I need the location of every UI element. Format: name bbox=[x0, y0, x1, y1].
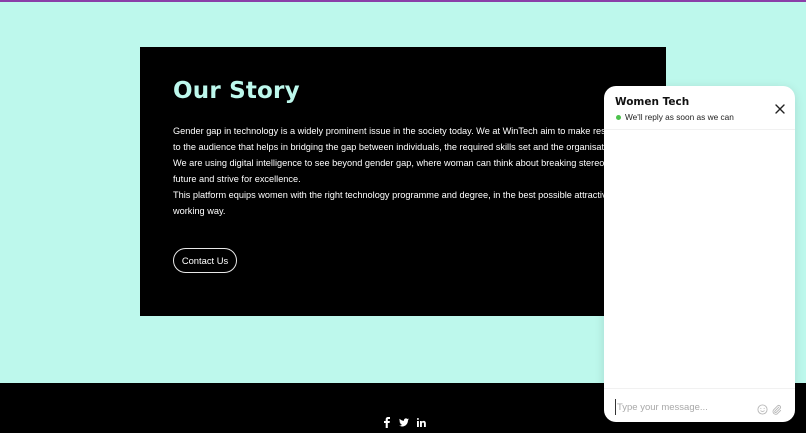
chat-header: Women Tech We'll reply as soon as we can bbox=[604, 86, 795, 130]
chat-message-input[interactable] bbox=[615, 399, 750, 415]
story-line: future and strive for excellence. bbox=[173, 174, 301, 184]
close-icon[interactable] bbox=[774, 102, 786, 114]
story-paragraph: Gender gap in technology is a widely pro… bbox=[173, 123, 647, 219]
story-line: This platform equips women with the righ… bbox=[173, 190, 647, 200]
contact-us-button[interactable]: Contact Us bbox=[173, 248, 237, 273]
story-line: working way. bbox=[173, 206, 226, 216]
chat-title: Women Tech bbox=[615, 96, 690, 108]
chat-status: We'll reply as soon as we can bbox=[616, 112, 734, 122]
chat-widget: Women Tech We'll reply as soon as we can bbox=[604, 86, 795, 422]
facebook-icon[interactable] bbox=[382, 417, 392, 428]
story-line: We are using digital intelligence to see… bbox=[173, 158, 647, 168]
online-status-dot bbox=[616, 114, 621, 120]
linkedin-icon[interactable] bbox=[416, 417, 426, 428]
attachment-icon[interactable] bbox=[771, 402, 782, 415]
chat-status-text: We'll reply as soon as we can bbox=[625, 112, 734, 122]
story-title: Our Story bbox=[173, 78, 300, 104]
chat-input-bar bbox=[604, 388, 795, 422]
story-line: to the audience that helps in bridging t… bbox=[173, 142, 637, 152]
emoji-icon[interactable] bbox=[757, 402, 768, 415]
social-links bbox=[382, 417, 426, 428]
top-accent-line bbox=[0, 0, 806, 2]
story-line: Gender gap in technology is a widely pro… bbox=[173, 126, 646, 136]
twitter-icon[interactable] bbox=[399, 417, 409, 428]
our-story-section: Our Story Gender gap in technology is a … bbox=[140, 47, 666, 316]
